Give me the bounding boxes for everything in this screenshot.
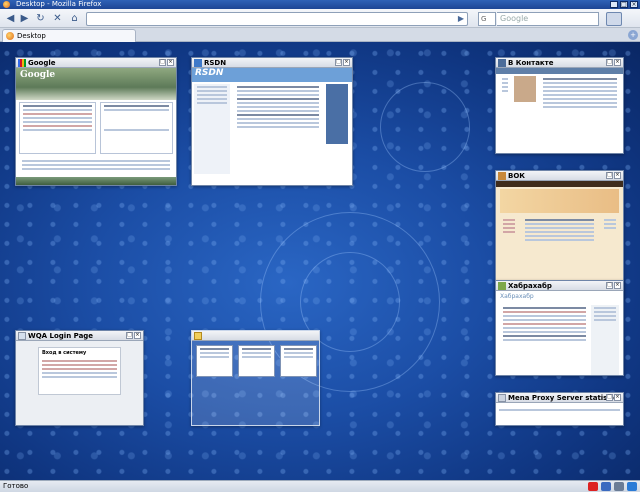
thumbnail-titlebar: Mena Proxy Server statistics □ × <box>496 393 623 403</box>
thumbnail-content <box>496 403 623 425</box>
stop-icon[interactable]: ✕ <box>51 12 64 25</box>
tab-thumbnail-google[interactable]: Google □ × Google <box>15 57 177 186</box>
thumbnail-title: Mena Proxy Server statistics <box>508 394 622 402</box>
navigation-toolbar: ◀ ▶ ↻ ✕ ⌂ ▶ G Google <box>0 9 640 28</box>
tab-thumbnail-rsdn[interactable]: RSDN □ × RSDN <box>191 57 353 186</box>
wqa-heading: Вход в систему <box>42 350 87 356</box>
status-text: Готово <box>3 482 29 490</box>
firefox-icon <box>3 1 10 8</box>
thumbnail-content: Вход в систему <box>16 341 143 425</box>
thumbnail-titlebar: RSDN □ × <box>192 58 352 68</box>
tab-thumbnail-proxy-stats[interactable]: Mena Proxy Server statistics □ × <box>495 392 624 426</box>
search-input[interactable]: Google <box>497 12 599 26</box>
group-tab-thumb[interactable] <box>280 345 317 377</box>
tab-overview-desktop: Google □ × Google RSDN □ × RSDN В Контак… <box>0 42 640 480</box>
vkontakte-icon <box>498 59 506 67</box>
group-tab-thumb[interactable] <box>196 345 233 377</box>
back-icon[interactable]: ◀ <box>4 12 17 25</box>
maximize-icon[interactable]: □ <box>335 59 342 66</box>
google-icon <box>18 59 26 67</box>
thumbnail-titlebar: Google □ × <box>16 58 176 68</box>
thumbnail-content: Google <box>16 68 176 185</box>
tools-icon[interactable] <box>601 482 611 491</box>
maximize-icon[interactable]: □ <box>606 172 613 179</box>
go-icon[interactable]: ▶ <box>458 13 464 25</box>
group-content <box>192 341 319 425</box>
maximize-icon[interactable]: □ <box>159 59 166 66</box>
maximize-icon[interactable]: □ <box>606 394 613 401</box>
close-icon[interactable]: × <box>614 394 621 401</box>
forward-icon[interactable]: ▶ <box>18 12 31 25</box>
adblock-icon[interactable] <box>588 482 598 491</box>
folder-icon <box>194 332 202 340</box>
window-controls: _ □ × <box>610 1 638 8</box>
thumbnail-titlebar <box>192 331 319 341</box>
close-icon[interactable]: × <box>167 59 174 66</box>
close-icon[interactable]: × <box>343 59 350 66</box>
tab-view-button[interactable] <box>606 12 622 26</box>
close-icon[interactable]: × <box>614 282 621 289</box>
thumbnail-title: В Контакте <box>508 59 554 67</box>
status-bar: Готово <box>0 480 640 492</box>
vok-icon <box>498 172 506 180</box>
close-icon[interactable]: × <box>614 59 621 66</box>
thumbnail-title: Google <box>28 59 56 67</box>
google-logo: Google <box>20 70 56 80</box>
close-button[interactable]: × <box>630 1 638 8</box>
thumbnail-title: Хабрахабр <box>508 282 552 290</box>
thumbnail-titlebar: Хабрахабр □ × <box>496 281 623 291</box>
tab-thumbnail-habrahabr[interactable]: Хабрахабр □ × Хабрахабр <box>495 280 624 376</box>
rsdn-icon <box>194 59 202 67</box>
close-icon[interactable]: × <box>614 172 621 179</box>
page-icon <box>498 394 506 402</box>
home-icon[interactable]: ⌂ <box>68 12 81 25</box>
tab-label: Desktop <box>17 32 46 40</box>
maximize-icon[interactable]: □ <box>606 59 613 66</box>
tab-strip: Desktop + <box>0 28 640 42</box>
tab-thumbnail-vkontakte[interactable]: В Контакте □ × <box>495 57 624 154</box>
minimize-button[interactable]: _ <box>610 1 618 8</box>
close-icon[interactable]: × <box>134 332 141 339</box>
tab-thumbnail-wqa-login[interactable]: WQA Login Page □ × Вход в систему <box>15 330 144 426</box>
background-circle <box>380 82 470 172</box>
wqa-icon <box>18 332 26 340</box>
url-bar[interactable]: ▶ <box>86 12 468 26</box>
thumbnail-titlebar: В Контакте □ × <box>496 58 623 68</box>
new-tab-icon[interactable]: + <box>628 30 638 40</box>
window-title: Desktop - Mozilla Firefox <box>16 0 102 8</box>
thumbnail-title: ВОК <box>508 172 526 180</box>
thumbnail-content: RSDN <box>192 68 352 185</box>
thumbnail-content: Хабрахабр <box>496 291 623 375</box>
window-titlebar: Desktop - Mozilla Firefox _ □ × <box>0 0 640 9</box>
reload-icon[interactable]: ↻ <box>34 12 47 25</box>
tab-group-folder[interactable] <box>191 330 320 426</box>
habr-logo: Хабрахабр <box>500 293 534 300</box>
maximize-button[interactable]: □ <box>620 1 628 8</box>
search-engine-selector[interactable]: G <box>478 12 496 26</box>
firefox-icon <box>6 32 14 40</box>
habr-icon <box>498 282 506 290</box>
thumbnail-title: RSDN <box>204 59 227 67</box>
thumbnail-content <box>496 68 623 153</box>
rsdn-logo: RSDN <box>192 68 352 82</box>
thumbnail-titlebar: WQA Login Page □ × <box>16 331 143 341</box>
thumbnail-title: WQA Login Page <box>28 332 94 340</box>
thumbnail-titlebar: ВОК □ × <box>496 171 623 181</box>
maximize-icon[interactable]: □ <box>606 282 613 289</box>
network-icon[interactable] <box>614 482 624 491</box>
tab-desktop[interactable]: Desktop <box>2 29 136 42</box>
maximize-icon[interactable]: □ <box>126 332 133 339</box>
mail-icon[interactable] <box>627 482 637 491</box>
group-tab-thumb[interactable] <box>238 345 275 377</box>
